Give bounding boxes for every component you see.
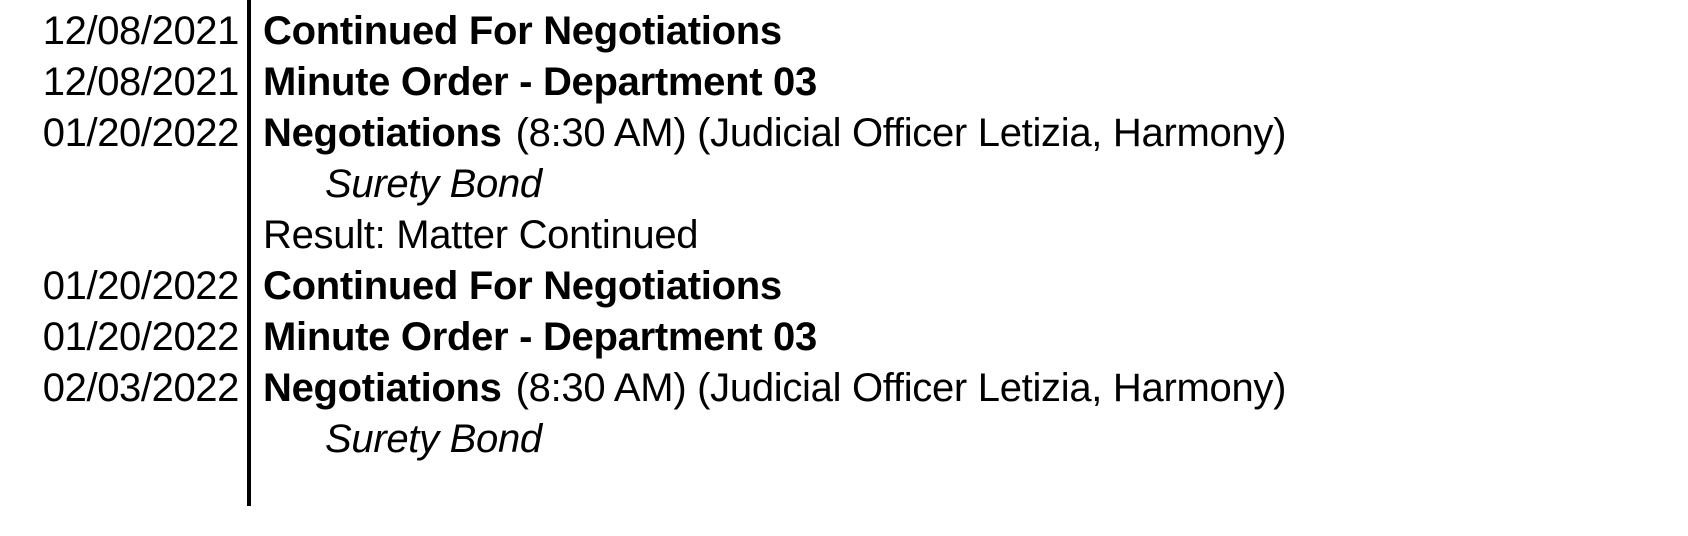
docket-event: Surety Bond [247,414,1688,465]
docket-event: Continued For Negotiations [247,6,1688,57]
docket-event-subline: Surety Bond [325,417,542,461]
docket-date: 12/08/2021 [42,60,240,104]
table-row: 01/20/2022 Negotiations (8:30 AM) (Judici… [0,108,1688,159]
docket-event-title: Negotiations [263,111,502,155]
docket-event-detail: (8:30 AM) (Judicial Officer Letizia, Har… [515,111,1287,155]
docket-event: Minute Order - Department 03 [247,57,1688,108]
docket-event: Minute Order - Department 03 [247,312,1688,363]
table-row: Result: Matter Continued [0,210,1688,261]
docket-event: Surety Bond [247,159,1688,210]
table-row: 01/20/2022 Minute Order - Department 03 [0,312,1688,363]
docket-event-subline: Surety Bond [325,162,542,206]
docket-event: Result: Matter Continued [247,210,1688,261]
docket-date: 01/20/2022 [42,264,240,308]
docket-event-title: Minute Order - Department 03 [263,315,817,359]
docket-event-title: Minute Order - Department 03 [263,60,817,104]
docket-date: 12/08/2021 [42,9,240,53]
table-row: 12/08/2021 Continued For Negotiations [0,6,1688,57]
table-row: 01/20/2022 Continued For Negotiations [0,261,1688,312]
docket-date: 01/20/2022 [42,111,240,155]
docket-event-title: Continued For Negotiations [263,9,782,53]
docket-event-result: Result: Matter Continued [263,213,699,257]
docket-row-list: 12/08/2021 Continued For Negotiations 12… [0,6,1688,465]
docket-date: 01/20/2022 [42,315,240,359]
docket-event: Continued For Negotiations [247,261,1688,312]
table-row: 12/08/2021 Minute Order - Department 03 [0,57,1688,108]
docket-event: Negotiations (8:30 AM) (Judicial Officer … [247,363,1688,414]
docket-event-title: Continued For Negotiations [263,264,782,308]
docket-event-detail: (8:30 AM) (Judicial Officer Letizia, Har… [515,366,1287,410]
register-of-actions-table: 12/08/2021 Continued For Negotiations 12… [0,0,1688,536]
docket-event: Negotiations (8:30 AM) (Judicial Officer … [247,108,1688,159]
table-row: Surety Bond [0,159,1688,210]
docket-event-title: Negotiations [263,366,502,410]
table-row: 02/03/2022 Negotiations (8:30 AM) (Judici… [0,363,1688,414]
table-row: Surety Bond [0,414,1688,465]
docket-date: 02/03/2022 [42,366,240,410]
